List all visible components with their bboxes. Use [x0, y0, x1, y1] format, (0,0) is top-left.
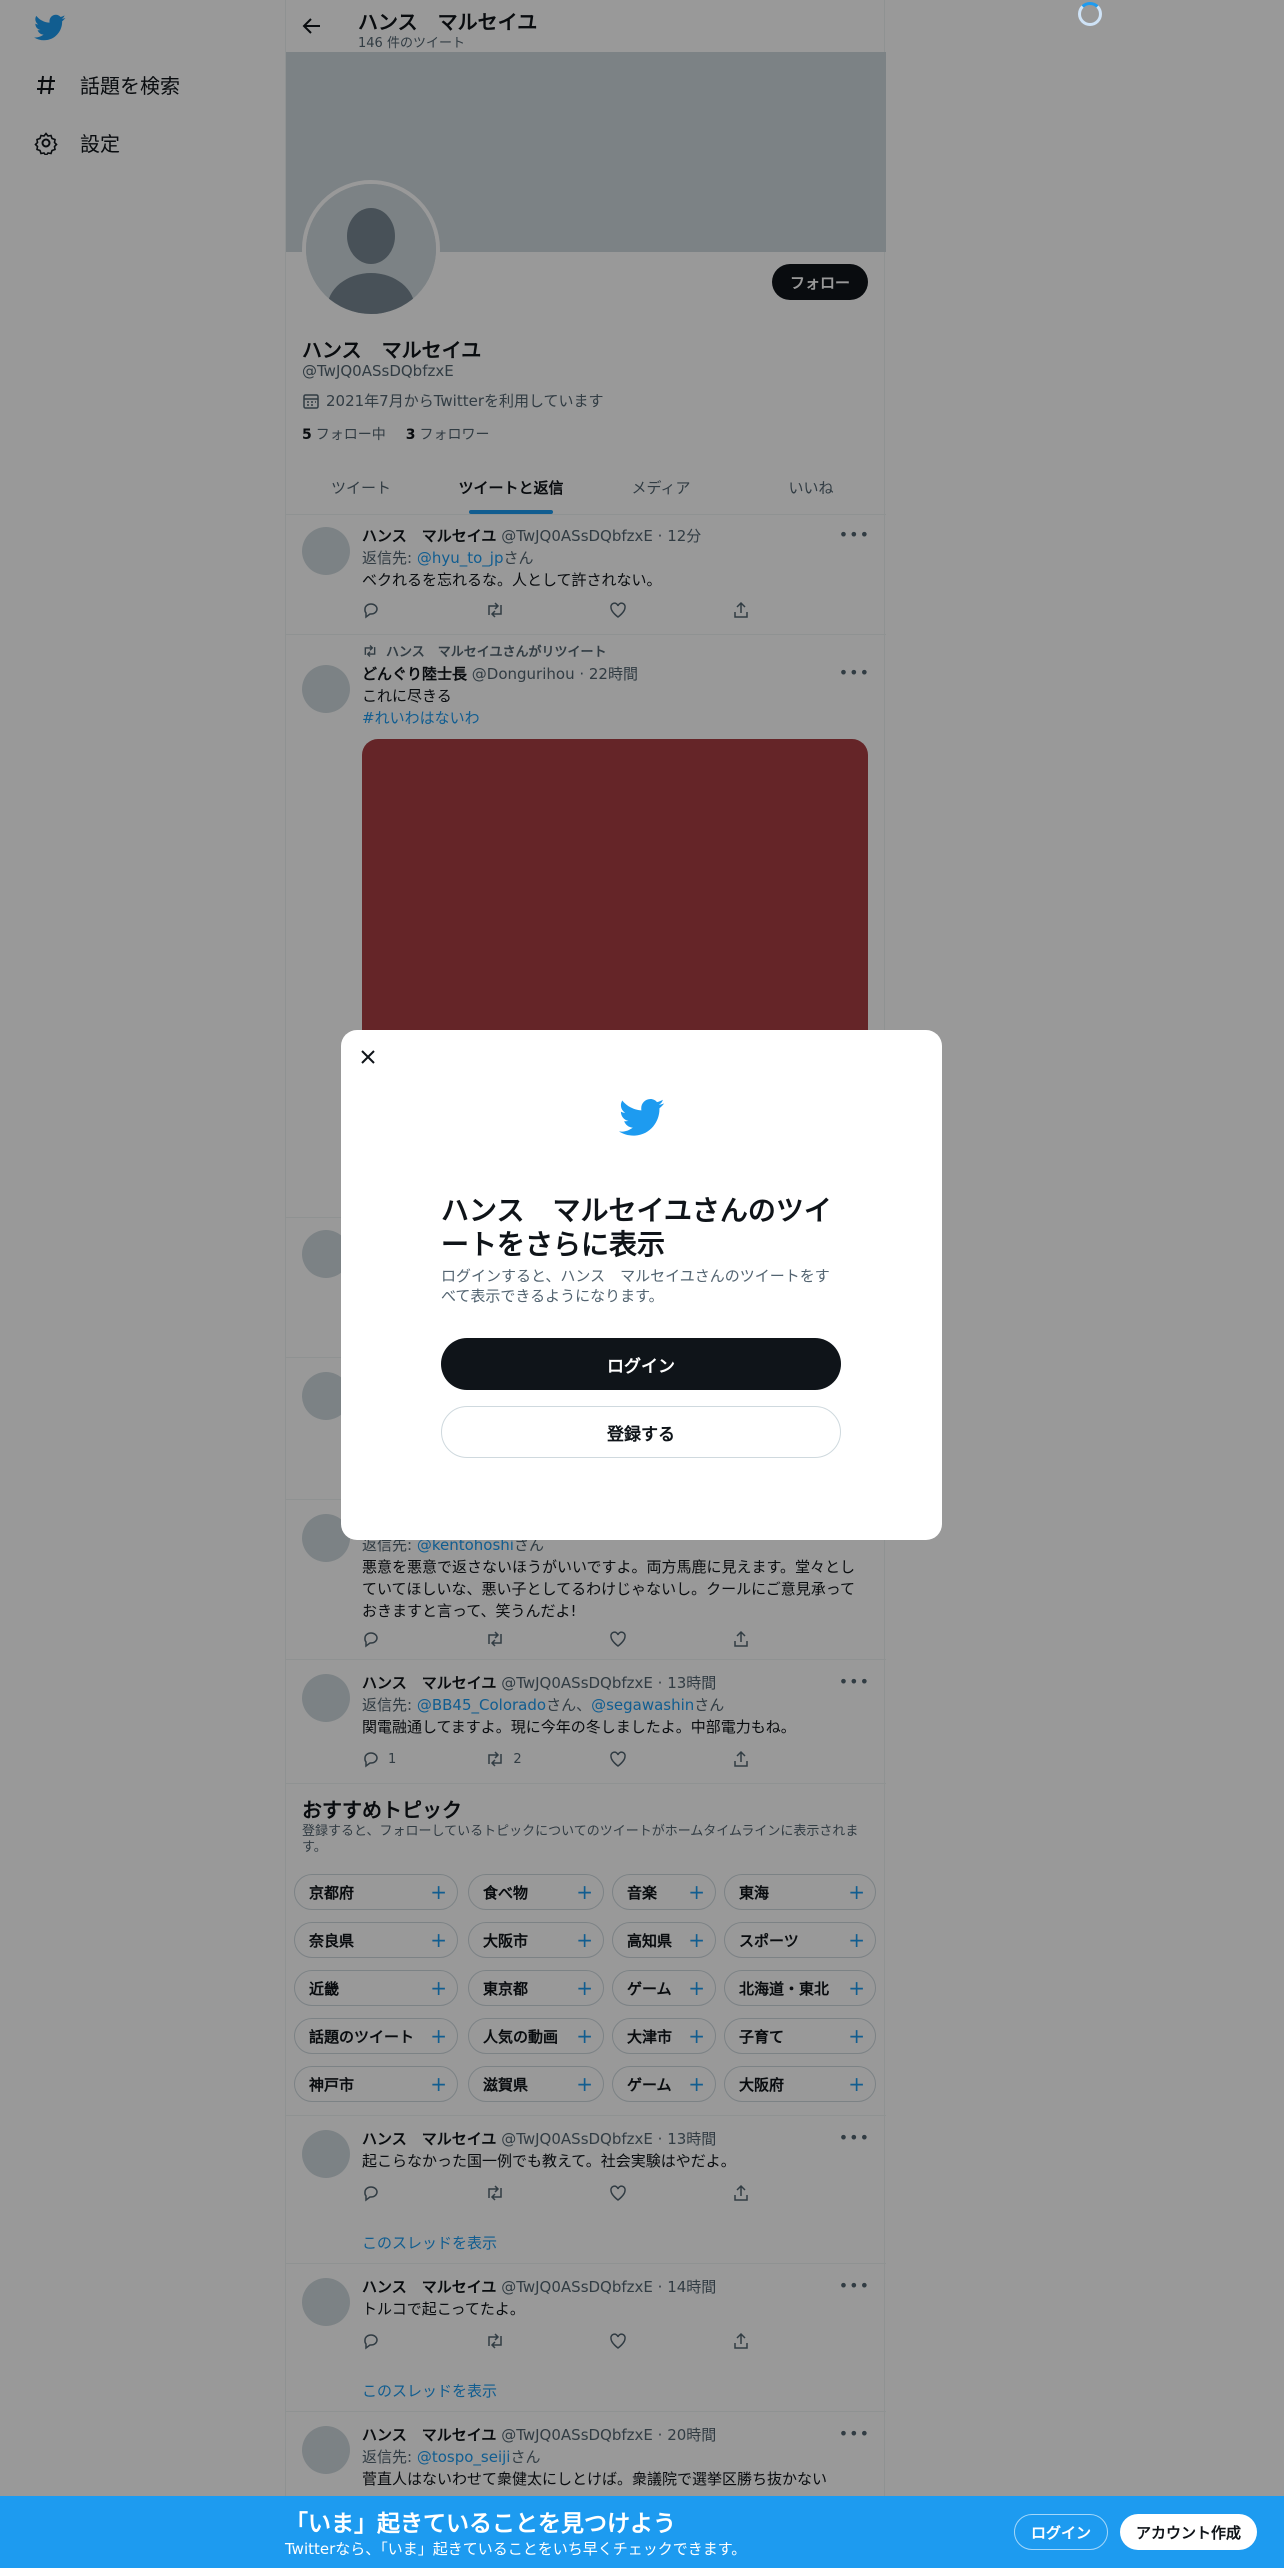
signup-button[interactable]: 登録する	[441, 1406, 841, 1458]
bottom-signup-bar: 「いま」起きていることを見つけよう Twitterなら、「いま」起きていることを…	[0, 2496, 1284, 2568]
twitter-logo-icon	[619, 1098, 665, 1138]
loading-spinner-icon	[1078, 2, 1102, 26]
bottom-signup-button[interactable]: アカウント作成	[1120, 2514, 1258, 2550]
modal-subtitle: ログインすると、ハンス マルセイユさんのツイートをすべて表示できるようになります…	[441, 1267, 830, 1305]
login-button[interactable]: ログイン	[441, 1338, 841, 1390]
close-icon[interactable]	[359, 1048, 377, 1066]
modal-title: ハンス マルセイユさんのツイートをさらに表示	[441, 1194, 832, 1261]
bottom-login-button[interactable]: ログイン	[1014, 2514, 1109, 2550]
bottom-bar-subtitle: Twitterなら、「いま」起きていることをいち早くチェックできます。	[285, 2540, 747, 2558]
login-prompt-modal: ハンス マルセイユさんのツイートをさらに表示 ログインすると、ハンス マルセイユ…	[341, 1030, 942, 1540]
bottom-bar-title: 「いま」起きていることを見つけよう	[285, 2511, 676, 2537]
